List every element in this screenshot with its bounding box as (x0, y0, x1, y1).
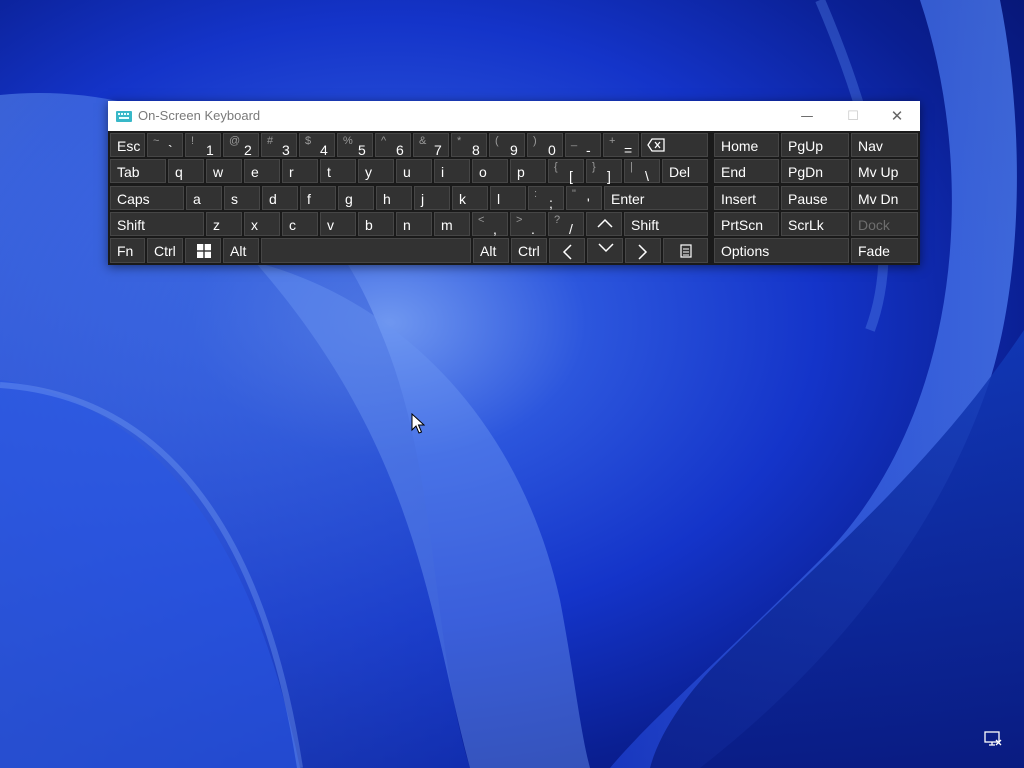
key-shift-right[interactable]: Shift (624, 212, 708, 236)
key-n[interactable]: n (396, 212, 432, 236)
key-d[interactable]: d (262, 186, 298, 210)
key-1[interactable]: ! 1 (185, 133, 221, 158)
key-q[interactable]: q (168, 159, 204, 183)
key-nav[interactable]: Nav (851, 133, 918, 157)
key-u[interactable]: u (396, 159, 432, 183)
key-shift-left[interactable]: Shift (110, 212, 204, 236)
key-pgup[interactable]: PgUp (781, 133, 849, 157)
key-tab[interactable]: Tab (110, 159, 166, 183)
key-5[interactable]: % 5 (337, 133, 373, 158)
key-arrow-right[interactable] (625, 238, 661, 263)
key-mv-up[interactable]: Mv Up (851, 159, 918, 183)
key-h[interactable]: h (376, 186, 412, 210)
key-caps[interactable]: Caps (110, 186, 184, 210)
key-b[interactable]: b (358, 212, 394, 236)
key-4[interactable]: $4 (299, 133, 335, 158)
arrow-left-icon (562, 244, 572, 260)
key-enter[interactable]: Enter (604, 186, 708, 210)
key-comma[interactable]: <, (472, 212, 508, 237)
network-icon[interactable] (984, 731, 1002, 747)
key-t[interactable]: t (320, 159, 356, 183)
key-s[interactable]: s (224, 186, 260, 210)
maximize-button[interactable]: ☐ (830, 101, 876, 131)
key-close-bracket[interactable]: }] (586, 159, 622, 184)
key-quote[interactable]: " ' (566, 186, 602, 211)
menu-key-icon (680, 244, 692, 258)
key-g[interactable]: g (338, 186, 374, 210)
key-r[interactable]: r (282, 159, 318, 183)
keyboard-app-icon (116, 111, 132, 122)
key-end[interactable]: End (714, 159, 779, 183)
key-period[interactable]: >. (510, 212, 546, 237)
key-windows[interactable] (185, 238, 221, 263)
key-scrlk[interactable]: ScrLk (781, 212, 849, 236)
key-7[interactable]: & 7 (413, 133, 449, 158)
title-bar[interactable]: On-Screen Keyboard — ☐ ✕ (108, 101, 920, 131)
key-a[interactable]: a (186, 186, 222, 210)
key-dock[interactable]: Dock (851, 212, 918, 236)
key-arrow-up[interactable] (586, 212, 622, 236)
arrow-right-icon (638, 244, 648, 260)
key-semicolon[interactable]: :; (528, 186, 564, 211)
key-i[interactable]: i (434, 159, 470, 183)
backspace-icon (647, 138, 665, 152)
key-equals[interactable]: + = (603, 133, 639, 158)
key-arrow-down[interactable] (587, 238, 623, 263)
key-options[interactable]: Options (714, 238, 849, 263)
key-m[interactable]: m (434, 212, 470, 236)
key-alt-right[interactable]: Alt (473, 238, 509, 263)
key-minus[interactable]: _ - (565, 133, 601, 158)
key-c[interactable]: c (282, 212, 318, 236)
key-ctrl-left[interactable]: Ctrl (147, 238, 183, 263)
key-j[interactable]: j (414, 186, 450, 210)
key-z[interactable]: z (206, 212, 242, 236)
key-esc[interactable]: Esc (110, 133, 145, 157)
key-y[interactable]: y (358, 159, 394, 183)
key-w[interactable]: w (206, 159, 242, 183)
minimize-button[interactable]: — (784, 101, 830, 131)
arrow-up-icon (597, 218, 613, 228)
key-3[interactable]: #3 (261, 133, 297, 158)
key-tilde[interactable]: ~ ` (147, 133, 183, 158)
arrow-down-icon (598, 243, 614, 253)
key-mv-dn[interactable]: Mv Dn (851, 186, 918, 210)
key-l[interactable]: l (490, 186, 526, 210)
key-ctrl-right[interactable]: Ctrl (511, 238, 547, 263)
key-open-bracket[interactable]: {[ (548, 159, 584, 184)
window-title: On-Screen Keyboard (138, 108, 261, 123)
mouse-cursor-icon (411, 413, 425, 434)
key-f[interactable]: f (300, 186, 336, 210)
key-9[interactable]: (9 (489, 133, 525, 158)
key-prtscn[interactable]: PrtScn (714, 212, 779, 236)
key-del[interactable]: Del (662, 159, 708, 183)
key-arrow-left[interactable] (549, 238, 585, 263)
on-screen-keyboard-window: On-Screen Keyboard — ☐ ✕ Esc ~ ` ! 1 @2 #3… (108, 101, 920, 265)
key-backspace[interactable] (641, 133, 708, 157)
key-p[interactable]: p (510, 159, 546, 183)
key-backslash[interactable]: | \ (624, 159, 660, 184)
key-space[interactable] (261, 238, 471, 263)
key-8[interactable]: * 8 (451, 133, 487, 158)
key-fn[interactable]: Fn (110, 238, 145, 263)
key-alt-left[interactable]: Alt (223, 238, 259, 263)
key-0[interactable]: ) 0 (527, 133, 563, 158)
key-pause[interactable]: Pause (781, 186, 849, 210)
close-button[interactable]: ✕ (874, 101, 920, 131)
key-home[interactable]: Home (714, 133, 779, 157)
key-menu[interactable] (663, 238, 708, 263)
key-6[interactable]: ^ 6 (375, 133, 411, 158)
key-2[interactable]: @2 (223, 133, 259, 158)
windows-logo-icon (197, 244, 211, 258)
key-slash[interactable]: ? / (548, 212, 584, 237)
key-fade[interactable]: Fade (851, 238, 918, 263)
key-e[interactable]: e (244, 159, 280, 183)
key-v[interactable]: v (320, 212, 356, 236)
key-insert[interactable]: Insert (714, 186, 779, 210)
key-x[interactable]: x (244, 212, 280, 236)
key-pgdn[interactable]: PgDn (781, 159, 849, 183)
key-k[interactable]: k (452, 186, 488, 210)
key-o[interactable]: o (472, 159, 508, 183)
